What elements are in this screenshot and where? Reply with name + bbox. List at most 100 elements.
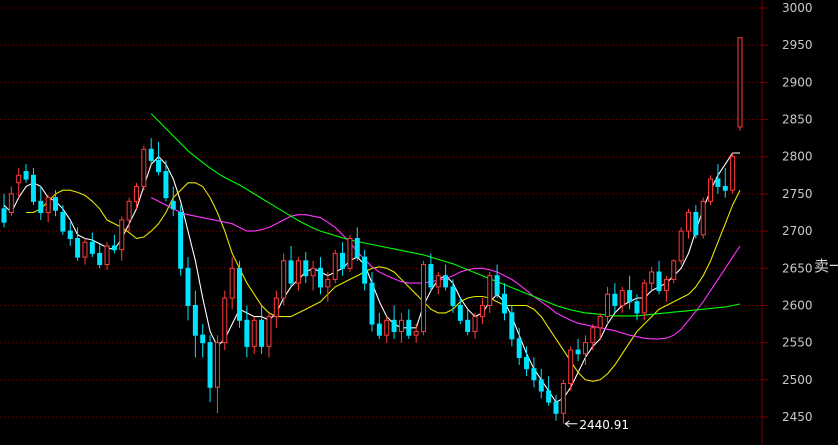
candle-body bbox=[38, 200, 44, 214]
down-candle bbox=[111, 234, 117, 254]
candle-body bbox=[156, 159, 162, 173]
up-candle bbox=[641, 279, 647, 321]
up-candle bbox=[649, 266, 655, 291]
down-candle bbox=[23, 164, 29, 183]
down-candle bbox=[538, 368, 544, 399]
up-candle bbox=[421, 260, 427, 336]
up-candle bbox=[310, 260, 316, 291]
candle-body bbox=[354, 238, 360, 258]
candle-body bbox=[406, 319, 412, 336]
low-price-label: 2440.91 bbox=[579, 418, 629, 432]
candle-body bbox=[413, 330, 419, 336]
candle-body bbox=[435, 275, 441, 288]
up-candle bbox=[82, 238, 88, 265]
down-candle bbox=[376, 312, 382, 339]
down-candle bbox=[465, 309, 471, 336]
down-candle bbox=[207, 335, 213, 403]
y-tick-label: 2550 bbox=[782, 336, 813, 350]
candle-body bbox=[325, 278, 331, 288]
candle-body bbox=[53, 197, 59, 211]
candle-body bbox=[700, 200, 706, 236]
candle-body bbox=[244, 319, 250, 347]
candle-body bbox=[281, 260, 287, 299]
up-candle bbox=[251, 316, 257, 354]
price-axis: 3000 2950 2900 2850 2800 2750 2700 2650 2600 2550… bbox=[782, 1, 813, 424]
candle-body bbox=[627, 290, 633, 303]
down-candle bbox=[178, 205, 184, 276]
candle-body bbox=[340, 252, 346, 269]
sell-one-tab[interactable]: 卖一 bbox=[814, 255, 838, 276]
y-tick-label: 2700 bbox=[782, 224, 813, 238]
candle-body bbox=[730, 156, 736, 191]
up-candle bbox=[119, 216, 125, 261]
candle-body bbox=[75, 238, 81, 258]
candle-body bbox=[119, 219, 125, 251]
y-tick-label: 2650 bbox=[782, 261, 813, 275]
down-candle bbox=[428, 253, 434, 291]
up-candle bbox=[8, 186, 14, 217]
price-grid bbox=[0, 0, 768, 445]
up-candle bbox=[214, 335, 220, 414]
candle-body bbox=[266, 316, 272, 347]
candle-body bbox=[494, 275, 500, 295]
candle-body bbox=[634, 301, 640, 314]
down-candle bbox=[30, 167, 36, 206]
up-candle bbox=[700, 197, 706, 239]
candle-body bbox=[369, 282, 375, 325]
candle-body bbox=[457, 304, 463, 321]
up-candle bbox=[413, 324, 419, 343]
down-candle bbox=[340, 242, 346, 276]
down-candle bbox=[509, 305, 515, 347]
down-candle bbox=[354, 227, 360, 261]
candle-body bbox=[575, 349, 581, 355]
up-candle bbox=[663, 275, 669, 302]
candle-body bbox=[450, 286, 456, 306]
candle-body bbox=[82, 241, 88, 258]
down-candle bbox=[317, 257, 323, 295]
candle-body bbox=[347, 238, 353, 269]
up-candle bbox=[590, 324, 596, 351]
candle-body bbox=[23, 171, 29, 180]
candle-body bbox=[656, 271, 662, 292]
candle-body bbox=[582, 342, 588, 355]
candle-body bbox=[133, 185, 139, 202]
y-tick-label: 2950 bbox=[782, 38, 813, 52]
y-tick-label: 2900 bbox=[782, 75, 813, 89]
up-candle bbox=[685, 208, 691, 239]
candle-body bbox=[465, 319, 471, 332]
candle-body bbox=[546, 390, 552, 403]
up-candle bbox=[708, 175, 714, 206]
candle-body bbox=[722, 185, 728, 191]
up-candle bbox=[222, 290, 228, 351]
y-tick-label: 2500 bbox=[782, 373, 813, 387]
candle-body bbox=[273, 297, 279, 318]
down-candle bbox=[656, 260, 662, 295]
down-candle bbox=[516, 327, 522, 365]
down-candle bbox=[627, 275, 633, 310]
candle-body bbox=[560, 383, 566, 414]
down-candle bbox=[170, 186, 176, 217]
candle-body bbox=[685, 212, 691, 232]
down-candle bbox=[362, 249, 368, 291]
candle-body bbox=[89, 241, 95, 254]
candle-body bbox=[384, 319, 390, 336]
up-candle bbox=[229, 257, 235, 310]
candle-body bbox=[178, 212, 184, 269]
down-candle bbox=[38, 186, 44, 220]
candle-body bbox=[524, 357, 530, 370]
up-candle bbox=[435, 271, 441, 295]
candle-body bbox=[362, 256, 368, 284]
candle-body bbox=[200, 334, 206, 344]
candle-body bbox=[597, 316, 603, 329]
up-candle bbox=[273, 290, 279, 328]
down-candle bbox=[148, 138, 154, 165]
down-candle bbox=[715, 164, 721, 194]
down-candle bbox=[89, 232, 95, 258]
down-candle bbox=[200, 324, 206, 358]
candle-body bbox=[619, 290, 625, 306]
candle-body bbox=[428, 264, 434, 288]
down-candle bbox=[185, 257, 191, 321]
up-candle bbox=[347, 234, 353, 272]
candle-body bbox=[553, 401, 559, 414]
low-annotation: 2440.91 bbox=[564, 418, 629, 432]
